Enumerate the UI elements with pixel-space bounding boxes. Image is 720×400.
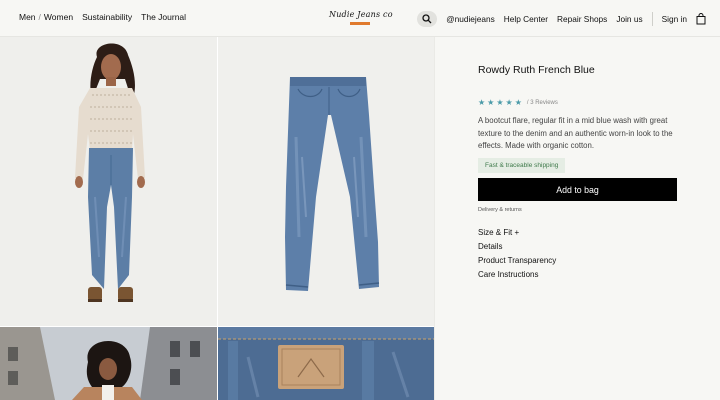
pocket-detail-photo <box>218 327 434 400</box>
grid-divider-horizontal <box>0 326 434 327</box>
star-icon: ★ <box>514 98 522 107</box>
model-photo <box>75 43 145 302</box>
grid-divider-panel <box>434 37 435 400</box>
brand-logo[interactable]: Nudie Jeans co <box>329 10 393 27</box>
site-header: Men / Women Sustainability The Journal Nud… <box>0 0 720 37</box>
nav-women[interactable]: Women <box>44 12 73 22</box>
star-icon: ★ <box>496 98 504 107</box>
logo-wordmark: Nudie Jeans co <box>329 10 393 19</box>
nav-journal[interactable]: The Journal <box>141 12 186 22</box>
accordion-care-instructions[interactable]: Care Instructions <box>478 270 538 279</box>
star-icon: ★ <box>505 98 513 107</box>
delivery-returns-link[interactable]: Delivery & returns <box>478 207 522 213</box>
nav-sign-in[interactable]: Sign in <box>662 14 687 24</box>
search-button[interactable] <box>417 11 438 27</box>
accordion-product-transparency[interactable]: Product Transparency <box>478 256 556 265</box>
product-description: A bootcut flare, regular fit in a mid bl… <box>478 116 673 150</box>
nav-men-women[interactable]: Men / Women <box>19 12 73 22</box>
nav-instagram[interactable]: @nudiejeans <box>446 14 495 24</box>
nav-men[interactable]: Men <box>19 12 36 22</box>
review-count[interactable]: / 3 Reviews <box>527 100 558 106</box>
product-title: Rowdy Ruth French Blue <box>478 64 595 76</box>
nav-divider <box>651 12 653 26</box>
search-icon <box>422 14 432 24</box>
product-image-model[interactable] <box>0 37 217 326</box>
nav-repair-shops[interactable]: Repair Shops <box>557 14 607 24</box>
nav-help-center[interactable]: Help Center <box>504 14 548 24</box>
add-to-bag-button[interactable]: Add to bag <box>478 178 677 201</box>
product-image-flat[interactable] <box>218 37 434 326</box>
nav-join-us[interactable]: Join us <box>616 14 642 24</box>
primary-nav: Men / Women Sustainability The Journal <box>19 12 186 22</box>
star-icon: ★ <box>478 98 486 107</box>
grid-divider-vertical <box>217 37 218 400</box>
shopping-bag-icon[interactable] <box>696 13 706 25</box>
street-photo <box>0 327 217 400</box>
secondary-nav: @nudiejeans Help Center Repair Shops Joi… <box>417 11 706 27</box>
shipping-badge: Fast & traceable shipping <box>478 158 566 173</box>
nav-slash: / <box>38 12 41 22</box>
accordion-details[interactable]: Details <box>478 242 502 251</box>
product-image-detail[interactable] <box>218 327 434 400</box>
logo-accent-bar <box>350 22 370 25</box>
product-rating[interactable]: ★ ★ ★ ★ ★ / 3 Reviews <box>478 98 558 107</box>
star-icon: ★ <box>487 98 495 107</box>
accordion-size-fit[interactable]: Size & Fit + <box>478 228 519 237</box>
product-image-street[interactable] <box>0 327 217 400</box>
nav-sustainability[interactable]: Sustainability <box>82 12 132 22</box>
jeans-photo <box>285 77 380 291</box>
